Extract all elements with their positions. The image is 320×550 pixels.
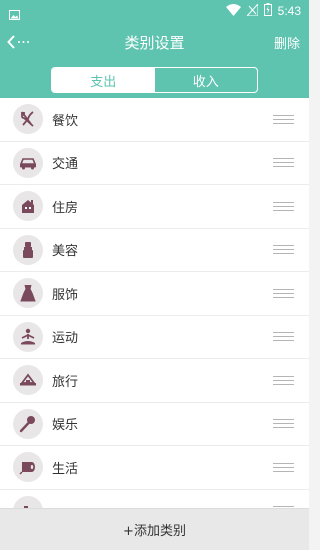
drag-handle-icon[interactable] — [273, 419, 294, 429]
delete-button[interactable]: 删除 — [274, 33, 300, 52]
battery-icon — [263, 3, 272, 19]
drag-handle-icon[interactable] — [273, 245, 294, 255]
tissue-roll-icon — [13, 452, 43, 483]
house-icon — [13, 191, 43, 222]
category-label: 餐饮 — [52, 113, 79, 129]
image-icon — [9, 5, 20, 24]
drag-handle-icon[interactable] — [273, 332, 294, 342]
tab-income[interactable]: 收入 — [155, 68, 258, 92]
other-icon — [13, 495, 43, 508]
category-label: 服饰 — [52, 287, 79, 303]
drag-handle-icon[interactable] — [273, 201, 294, 211]
category-row-sports[interactable]: 运动 — [0, 316, 309, 359]
drag-handle-icon[interactable] — [273, 158, 294, 168]
category-list: 餐饮 交通 住房 美容 服饰 运动 旅行 娱乐 生活 — [0, 98, 309, 508]
tab-expense[interactable]: 支出 — [52, 68, 155, 92]
category-row-beauty[interactable]: 美容 — [0, 229, 309, 272]
app-header: 类别设置 删除 支出 收入 — [0, 24, 309, 98]
car-icon — [13, 147, 43, 178]
cosmetics-icon — [13, 234, 43, 265]
drag-handle-icon[interactable] — [273, 288, 294, 298]
add-category-label: +添加类别 — [123, 524, 186, 539]
category-row-housing[interactable]: 住房 — [0, 185, 309, 229]
drag-handle-icon[interactable] — [273, 375, 294, 385]
category-label: 运动 — [52, 331, 79, 347]
category-label: 住房 — [52, 200, 79, 216]
wifi-icon — [225, 3, 241, 19]
category-label: 美容 — [52, 244, 79, 260]
category-label: 生活 — [52, 461, 79, 477]
category-label: 娱乐 — [52, 418, 79, 434]
fork-knife-icon — [13, 104, 43, 135]
yoga-icon — [13, 321, 43, 352]
type-segmented-control: 支出 收入 — [51, 67, 258, 93]
category-row-dining[interactable]: 餐饮 — [0, 98, 309, 142]
category-row-clothing[interactable]: 服饰 — [0, 272, 309, 316]
signal-icon — [245, 2, 259, 19]
category-row-other[interactable] — [0, 490, 309, 508]
status-time: 5:43 — [277, 4, 301, 18]
dress-icon — [13, 278, 43, 309]
category-row-travel[interactable]: 旅行 — [0, 359, 309, 403]
drag-handle-icon[interactable] — [273, 462, 294, 472]
travel-icon — [13, 365, 43, 396]
status-bar: 5:43 — [0, 0, 309, 24]
category-row-transport[interactable]: 交通 — [0, 142, 309, 185]
add-category-button[interactable]: +添加类别 — [0, 508, 309, 550]
category-row-entertainment[interactable]: 娱乐 — [0, 403, 309, 446]
category-label: 交通 — [52, 157, 79, 173]
drag-handle-icon[interactable] — [273, 114, 294, 124]
microphone-icon — [13, 408, 43, 439]
page-title: 类别设置 — [124, 34, 185, 52]
category-row-living[interactable]: 生活 — [0, 446, 309, 490]
category-label: 旅行 — [52, 374, 79, 390]
